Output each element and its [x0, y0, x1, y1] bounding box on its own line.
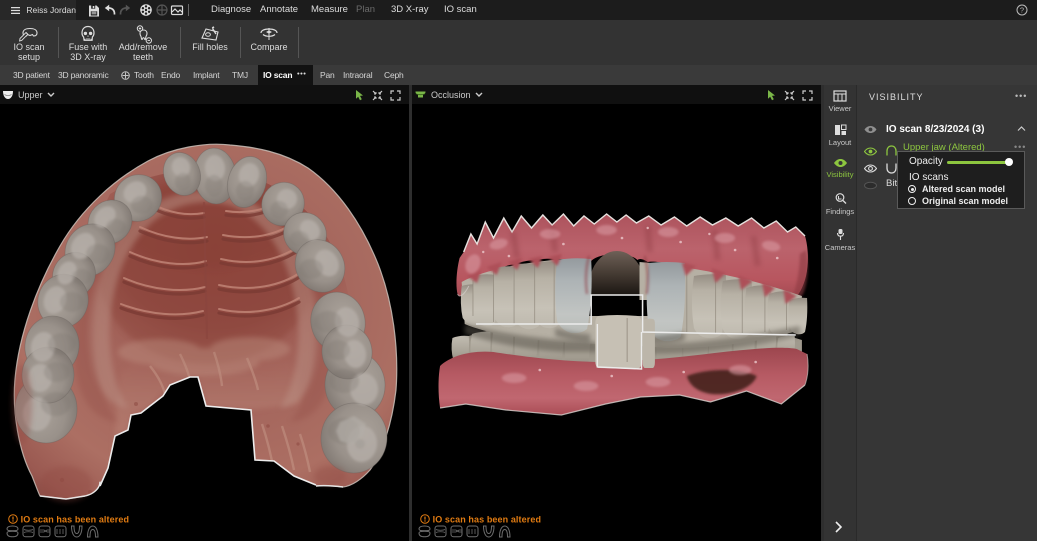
svg-text:?: ?	[1020, 6, 1024, 15]
